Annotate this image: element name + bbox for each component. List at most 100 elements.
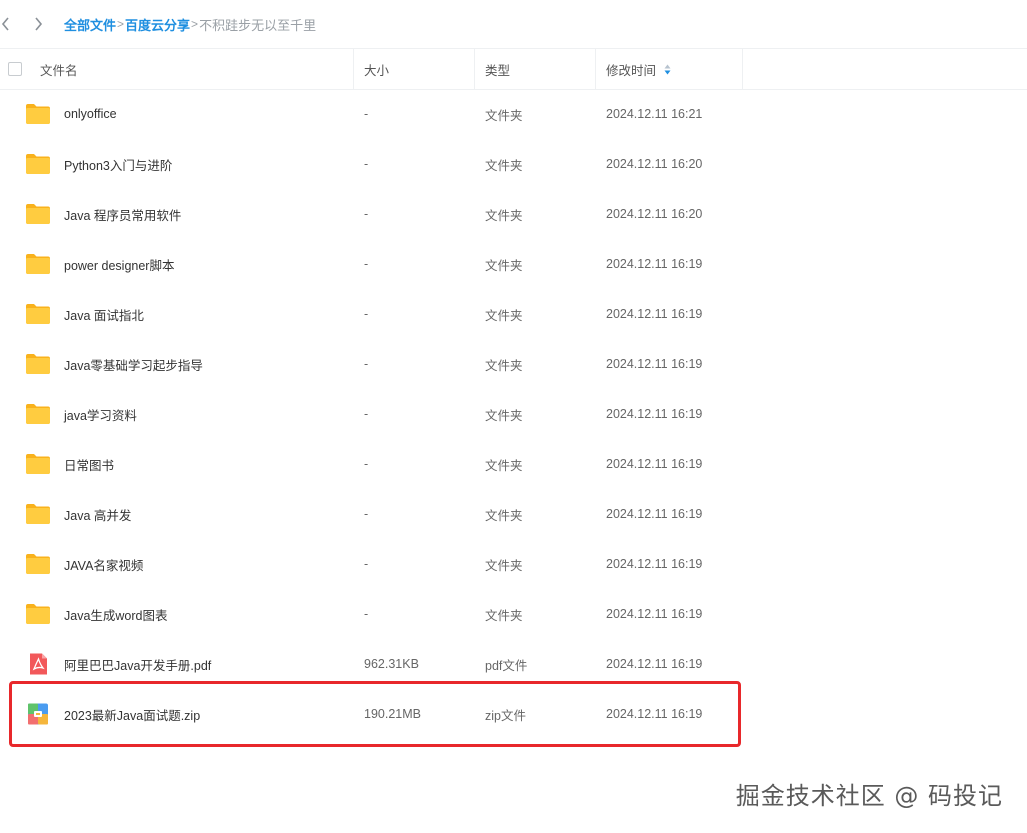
file-type: 文件夹 [485, 558, 523, 573]
file-name[interactable]: Java生成word图表 [64, 589, 168, 639]
file-type: 文件夹 [485, 158, 523, 173]
file-type: 文件夹 [485, 608, 523, 623]
file-modified: 2024.12.11 16:19 [606, 507, 703, 521]
file-modified: 2024.12.11 16:21 [606, 107, 703, 121]
file-row[interactable]: Java生成word图表 - 文件夹 2024.12.11 16:19 [0, 589, 745, 639]
folder-icon [25, 153, 51, 175]
file-name[interactable]: JAVA名家视频 [64, 539, 143, 589]
file-name[interactable]: Java 程序员常用软件 [64, 189, 181, 239]
file-row[interactable]: Java零基础学习起步指导 - 文件夹 2024.12.11 16:19 [0, 339, 745, 389]
file-size: - [364, 557, 369, 571]
file-size: - [364, 107, 369, 121]
file-modified: 2024.12.11 16:19 [606, 457, 703, 471]
file-name[interactable]: Java 高并发 [64, 489, 131, 539]
breadcrumb: 全部文件 > 百度云分享 > 不积跬步无以至千里 [64, 15, 316, 34]
forward-button[interactable] [28, 14, 48, 34]
file-name[interactable]: Python3入门与进阶 [64, 139, 172, 189]
pdf-icon [25, 653, 51, 675]
file-modified: 2024.12.11 16:19 [606, 307, 703, 321]
file-row[interactable]: Java 程序员常用软件 - 文件夹 2024.12.11 16:20 [0, 189, 745, 239]
zip-icon [25, 703, 51, 725]
file-modified: 2024.12.11 16:19 [606, 657, 703, 671]
file-type: zip文件 [485, 708, 526, 723]
file-size: - [364, 507, 369, 521]
file-row[interactable]: Java 高并发 - 文件夹 2024.12.11 16:19 [0, 489, 745, 539]
chevron-left-icon [1, 17, 9, 31]
file-modified: 2024.12.11 16:19 [606, 707, 703, 721]
file-row[interactable]: 2023最新Java面试题.zip 190.21MB zip文件 2024.12.11… [0, 689, 745, 739]
file-name[interactable]: java学习资料 [64, 389, 137, 439]
file-size: 190.21MB [364, 707, 421, 721]
file-name[interactable]: Java 面试指北 [64, 289, 144, 339]
folder-icon [25, 403, 51, 425]
file-modified: 2024.12.11 16:19 [606, 357, 703, 371]
file-modified: 2024.12.11 16:19 [606, 257, 703, 271]
file-row[interactable]: Python3入门与进阶 - 文件夹 2024.12.11 16:20 [0, 139, 745, 189]
file-name[interactable]: 阿里巴巴Java开发手册.pdf [64, 639, 211, 689]
folder-icon [25, 453, 51, 475]
file-row[interactable]: 阿里巴巴Java开发手册.pdf 962.31KB pdf文件 2024.12.11 … [0, 639, 745, 689]
file-name[interactable]: Java零基础学习起步指导 [64, 339, 203, 389]
file-size: - [364, 157, 369, 171]
file-modified: 2024.12.11 16:19 [606, 607, 703, 621]
file-size: - [364, 407, 369, 421]
file-modified: 2024.12.11 16:19 [606, 557, 703, 571]
column-header-modified[interactable]: 修改时间 [606, 49, 671, 89]
file-modified: 2024.12.11 16:20 [606, 207, 703, 221]
column-divider[interactable] [595, 49, 596, 89]
file-name[interactable]: 日常图书 [64, 439, 114, 489]
file-type: 文件夹 [485, 258, 523, 273]
column-divider[interactable] [353, 49, 354, 89]
column-header-modified-label: 修改时间 [606, 63, 657, 78]
file-row[interactable]: power designer脚本 - 文件夹 2024.12.11 16:19 [0, 239, 745, 289]
file-size: - [364, 257, 369, 271]
file-type: 文件夹 [485, 508, 523, 523]
select-all-checkbox[interactable] [8, 62, 22, 76]
breadcrumb-separator: > [117, 17, 125, 31]
folder-icon [25, 203, 51, 225]
column-header-size[interactable]: 大小 [364, 49, 389, 89]
breadcrumb-all-files[interactable]: 全部文件 [64, 15, 116, 34]
folder-icon [25, 253, 51, 275]
file-type: 文件夹 [485, 408, 523, 423]
file-type: 文件夹 [485, 358, 523, 373]
file-size: - [364, 207, 369, 221]
file-manager: 全部文件 > 百度云分享 > 不积跬步无以至千里 文件名 大小 类型 修改时间 … [0, 0, 1027, 833]
file-size: - [364, 607, 369, 621]
column-header-name[interactable]: 文件名 [40, 49, 78, 89]
folder-icon [25, 503, 51, 525]
file-modified: 2024.12.11 16:19 [606, 407, 703, 421]
file-size: - [364, 357, 369, 371]
file-row[interactable]: JAVA名家视频 - 文件夹 2024.12.11 16:19 [0, 539, 745, 589]
file-row[interactable]: java学习资料 - 文件夹 2024.12.11 16:19 [0, 389, 745, 439]
file-row[interactable]: Java 面试指北 - 文件夹 2024.12.11 16:19 [0, 289, 745, 339]
file-name[interactable]: power designer脚本 [64, 239, 174, 289]
file-size: - [364, 307, 369, 321]
file-type: 文件夹 [485, 308, 523, 323]
file-type: 文件夹 [485, 458, 523, 473]
column-header-type[interactable]: 类型 [485, 49, 510, 89]
file-size: 962.31KB [364, 657, 419, 671]
file-row[interactable]: onlyoffice - 文件夹 2024.12.11 16:21 [0, 89, 745, 139]
folder-icon [25, 303, 51, 325]
column-divider[interactable] [742, 49, 743, 89]
back-button[interactable] [0, 14, 16, 34]
folder-icon [25, 553, 51, 575]
breadcrumb-baidu-share[interactable]: 百度云分享 [125, 15, 190, 34]
breadcrumb-current: 不积跬步无以至千里 [199, 17, 317, 33]
file-row[interactable]: 日常图书 - 文件夹 2024.12.11 16:19 [0, 439, 745, 489]
file-type: 文件夹 [485, 208, 523, 223]
chevron-right-icon [35, 17, 43, 31]
file-name[interactable]: onlyoffice [64, 89, 117, 139]
file-size: - [364, 457, 369, 471]
folder-icon [25, 353, 51, 375]
column-divider[interactable] [474, 49, 475, 89]
file-modified: 2024.12.11 16:20 [606, 157, 703, 171]
file-type: 文件夹 [485, 108, 523, 123]
file-name[interactable]: 2023最新Java面试题.zip [64, 689, 200, 739]
breadcrumb-separator: > [191, 17, 199, 31]
file-type: pdf文件 [485, 658, 528, 673]
watermark: 掘金技术社区 @ 码投记 [735, 782, 1003, 810]
folder-icon [25, 603, 51, 625]
sort-icon[interactable] [664, 64, 671, 75]
